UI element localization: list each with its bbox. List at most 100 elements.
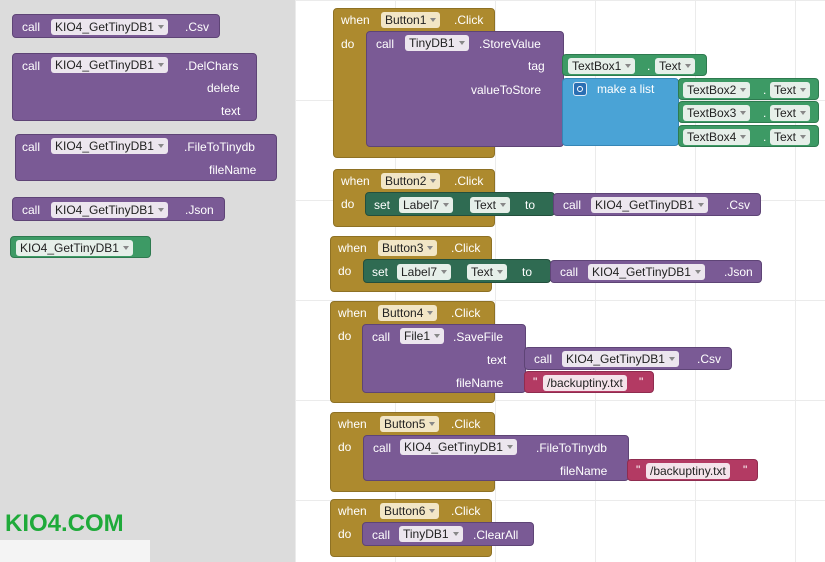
label-dropdown[interactable]: Label7 (397, 264, 452, 280)
method-name: .Json (724, 265, 753, 279)
call-keyword: call (534, 352, 553, 366)
call-keyword: call (372, 528, 391, 542)
kio4-csv-call-block[interactable]: call KIO4_GetTinyDB1 .Csv (524, 347, 732, 370)
dot: . (763, 106, 767, 120)
method-name: .FileToTinydb (184, 140, 255, 154)
flyout-component-block[interactable]: KIO4_GetTinyDB1 (10, 236, 151, 258)
property-dropdown[interactable]: Text (467, 264, 508, 280)
method-name: .FileToTinydb (536, 441, 607, 455)
component-dropdown[interactable]: TinyDB1 (399, 526, 463, 542)
button-dropdown[interactable]: Button1 (381, 12, 441, 28)
label-dropdown[interactable]: Label7 (399, 197, 454, 213)
textbox2-text-getter[interactable]: TextBox2 . Text (678, 78, 819, 100)
blocks-flyout: call KIO4_GetTinyDB1 .Csv call KIO4_GetT… (0, 0, 295, 562)
textbox3-text-getter[interactable]: TextBox3 . Text (678, 101, 819, 123)
dot: . (763, 83, 767, 97)
event-name: .Click (451, 241, 481, 255)
call-keyword: call (560, 265, 579, 279)
property-dropdown[interactable]: Text (770, 129, 811, 145)
method-name: .Csv (185, 20, 209, 34)
dot: . (647, 59, 651, 73)
textbox1-text-getter[interactable]: TextBox1 . Text (562, 54, 707, 76)
component-dropdown[interactable]: KIO4_GetTinyDB1 (562, 351, 679, 367)
kio4-filetotinydb-block[interactable]: call KIO4_GetTinyDB1 .FileToTinydb fileN… (363, 435, 629, 481)
do-keyword: do (341, 197, 355, 211)
call-keyword: call (373, 441, 392, 455)
when-keyword: when (338, 241, 367, 255)
set-label7-text-block[interactable]: set Label7 Text to (365, 192, 555, 216)
textbox4-text-getter[interactable]: TextBox4 . Text (678, 125, 819, 147)
dot: . (763, 130, 767, 144)
button-dropdown[interactable]: Button5 (380, 416, 440, 432)
when-keyword: when (338, 504, 367, 518)
component-dropdown[interactable]: KIO4_GetTinyDB1 (51, 57, 168, 73)
text-string-block[interactable]: " /backuptiny.txt " (524, 371, 654, 393)
property-dropdown[interactable]: Text (470, 197, 511, 213)
tinydb-storevalue-block[interactable]: call TinyDB1 .StoreValue tag valueToStor… (366, 31, 564, 147)
method-name: .ClearAll (473, 528, 519, 542)
gear-icon[interactable] (573, 82, 587, 96)
set-label7-text-block[interactable]: set Label7 Text to (363, 259, 551, 283)
component-dropdown[interactable]: File1 (400, 328, 445, 344)
call-keyword: call (22, 140, 41, 154)
filename-arg-label: fileName (560, 464, 608, 478)
filename-string-value[interactable]: /backuptiny.txt (646, 463, 730, 479)
tinydb-clearall-block[interactable]: call TinyDB1 .ClearAll (362, 522, 534, 546)
call-keyword: call (376, 37, 395, 51)
kio4-csv-call-block[interactable]: call KIO4_GetTinyDB1 .Csv (553, 193, 761, 216)
component-dropdown[interactable]: KIO4_GetTinyDB1 (16, 240, 133, 256)
filename-arg-label: fileName (209, 163, 257, 177)
horizontal-scrollbar[interactable] (0, 540, 150, 562)
component-dropdown[interactable]: TinyDB1 (405, 35, 469, 51)
component-dropdown[interactable]: KIO4_GetTinyDB1 (591, 197, 708, 213)
component-dropdown[interactable]: KIO4_GetTinyDB1 (51, 19, 168, 35)
set-keyword: set (374, 198, 391, 212)
button-dropdown[interactable]: Button2 (381, 173, 441, 189)
when-keyword: when (341, 174, 370, 188)
text-arg-label: text (487, 353, 507, 367)
property-dropdown[interactable]: Text (770, 105, 811, 121)
close-quote: " (639, 375, 644, 389)
component-dropdown[interactable]: KIO4_GetTinyDB1 (51, 138, 168, 154)
button-dropdown[interactable]: Button3 (378, 240, 438, 256)
kio4-json-call-block[interactable]: call KIO4_GetTinyDB1 .Json (550, 260, 762, 283)
tag-label: tag (528, 59, 545, 73)
open-quote: " (533, 375, 538, 389)
component-dropdown[interactable]: KIO4_GetTinyDB1 (400, 439, 517, 455)
make-a-list-block[interactable]: make a list (562, 78, 679, 146)
event-name: .Click (451, 504, 481, 518)
flyout-delchars-block[interactable]: call KIO4_GetTinyDB1 .DelChars delete te… (12, 53, 257, 121)
property-dropdown[interactable]: Text (655, 58, 696, 74)
event-name: .Click (454, 174, 484, 188)
call-keyword: call (22, 59, 41, 73)
close-quote: " (743, 463, 748, 477)
textbox-dropdown[interactable]: TextBox4 (683, 129, 751, 145)
textbox-dropdown[interactable]: TextBox3 (683, 105, 751, 121)
flyout-json-block[interactable]: call KIO4_GetTinyDB1 .Json (12, 197, 225, 221)
do-keyword: do (338, 329, 352, 343)
call-keyword: call (372, 330, 391, 344)
set-keyword: set (372, 265, 389, 279)
method-name: .Json (185, 203, 214, 217)
button-dropdown[interactable]: Button4 (378, 305, 438, 321)
do-keyword: do (338, 440, 352, 454)
textbox-dropdown[interactable]: TextBox2 (683, 82, 751, 98)
when-keyword: when (338, 306, 367, 320)
flyout-filetotinydb-block[interactable]: call KIO4_GetTinyDB1 .FileToTinydb fileN… (15, 134, 277, 181)
make-a-list-label: make a list (597, 82, 655, 96)
property-dropdown[interactable]: Text (770, 82, 811, 98)
textbox-dropdown[interactable]: TextBox1 (568, 58, 636, 74)
to-keyword: to (522, 265, 533, 279)
component-dropdown[interactable]: KIO4_GetTinyDB1 (51, 202, 168, 218)
component-dropdown[interactable]: KIO4_GetTinyDB1 (588, 264, 705, 280)
flyout-csv-block[interactable]: call KIO4_GetTinyDB1 .Csv (12, 14, 220, 38)
filename-string-value[interactable]: /backuptiny.txt (543, 375, 627, 391)
event-name: .Click (451, 306, 481, 320)
valuetostore-label: valueToStore (471, 83, 542, 97)
call-keyword: call (22, 20, 41, 34)
text-arg-label: text (221, 104, 241, 118)
file-savefile-block[interactable]: call File1 .SaveFile text fileName (362, 324, 526, 393)
do-keyword: do (338, 264, 352, 278)
text-string-block[interactable]: " /backuptiny.txt " (627, 459, 758, 481)
button-dropdown[interactable]: Button6 (380, 503, 440, 519)
